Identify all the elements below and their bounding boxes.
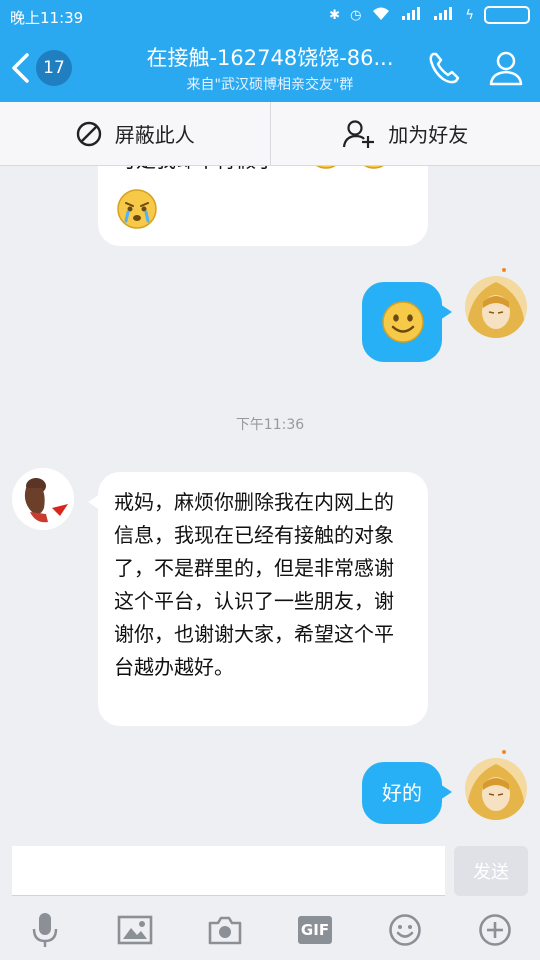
profile-button[interactable] — [486, 48, 526, 88]
add-person-icon — [343, 119, 375, 148]
chevron-left-icon — [12, 53, 29, 83]
microphone-icon — [32, 913, 58, 947]
add-friend-button[interactable]: 加为好友 — [271, 102, 540, 165]
gif-button[interactable]: GIF — [295, 910, 335, 950]
action-bar: 屏蔽此人 加为好友 — [0, 102, 540, 166]
gif-icon: GIF — [298, 916, 332, 944]
composer: 发送 — [0, 842, 540, 900]
alarm-icon: ◷ — [350, 7, 362, 23]
unread-count-badge: 17 — [36, 50, 72, 86]
message-input[interactable] — [12, 846, 445, 896]
status-time: 晚上11:39 — [10, 9, 84, 27]
status-icons: ✱ ◷ ϟ — [329, 5, 530, 25]
add-friend-label: 加为好友 — [388, 123, 469, 147]
person-icon — [489, 51, 523, 86]
chat-title: 在接触-162748饶饶-86... — [146, 46, 394, 70]
composer-toolbar: GIF — [0, 900, 540, 960]
message-bubble-outgoing[interactable]: 好的 — [362, 762, 452, 824]
emoji-icon — [316, 166, 336, 169]
message-text: 戒妈，麻烦你删除我在内网上的信息，我现在已经有接触的对象了，不是群里的，但是非常… — [114, 490, 394, 679]
sender-avatar[interactable] — [12, 468, 74, 530]
message-bubble-incoming[interactable]: 戒妈，麻烦你删除我在内网上的信息，我现在已经有接触的对象了，不是群里的，但是非常… — [88, 472, 428, 726]
image-icon — [117, 915, 153, 945]
message-text: 好的 — [382, 780, 422, 805]
message-bubble-incoming[interactable]: 可是我却不肯假了 — [98, 166, 428, 246]
chat-subtitle: 来自"武汉硕博相亲交友"群 — [186, 77, 354, 93]
title-block[interactable]: 在接触-162748饶饶-86... 来自"武汉硕博相亲交友"群 — [112, 42, 428, 94]
plus-circle-icon — [479, 914, 511, 946]
emoji-icon — [364, 166, 384, 169]
online-dot — [502, 750, 506, 754]
message-timestamp: 下午11:36 — [235, 417, 305, 433]
smiley-icon — [389, 914, 421, 946]
phone-call-button[interactable] — [424, 48, 464, 88]
phone-icon — [429, 52, 460, 84]
signal-icon — [401, 5, 423, 25]
message-text: 可是我却不肯假了 — [116, 166, 276, 177]
battery-icon — [484, 6, 530, 24]
back-button[interactable]: 17 — [10, 50, 80, 86]
wifi-icon — [371, 5, 391, 25]
smile-emoji-icon — [382, 301, 424, 343]
block-icon — [76, 121, 101, 146]
charging-icon: ϟ — [465, 7, 474, 23]
camera-icon — [208, 916, 242, 945]
status-bar: 晚上11:39 ✱ ◷ ϟ — [0, 0, 540, 32]
send-button[interactable]: 发送 — [454, 846, 528, 896]
my-avatar[interactable] — [465, 758, 527, 820]
more-button[interactable] — [475, 910, 515, 950]
block-user-button[interactable]: 屏蔽此人 — [0, 102, 270, 165]
message-bubble-outgoing[interactable] — [362, 282, 452, 362]
online-dot — [502, 268, 506, 272]
photo-button[interactable] — [115, 910, 155, 950]
voice-button[interactable] — [25, 910, 65, 950]
block-user-label: 屏蔽此人 — [114, 123, 195, 147]
my-avatar[interactable] — [465, 276, 527, 338]
message-list[interactable]: 可是我却不肯假了 — [0, 166, 540, 842]
chat-header: 17 在接触-162748饶饶-86... 来自"武汉硕博相亲交友"群 — [0, 32, 540, 102]
signal-icon-2 — [433, 5, 455, 25]
crying-emoji-icon — [117, 189, 157, 229]
bluetooth-icon: ✱ — [329, 7, 341, 23]
emoji-button[interactable] — [385, 910, 425, 950]
camera-button[interactable] — [205, 910, 245, 950]
